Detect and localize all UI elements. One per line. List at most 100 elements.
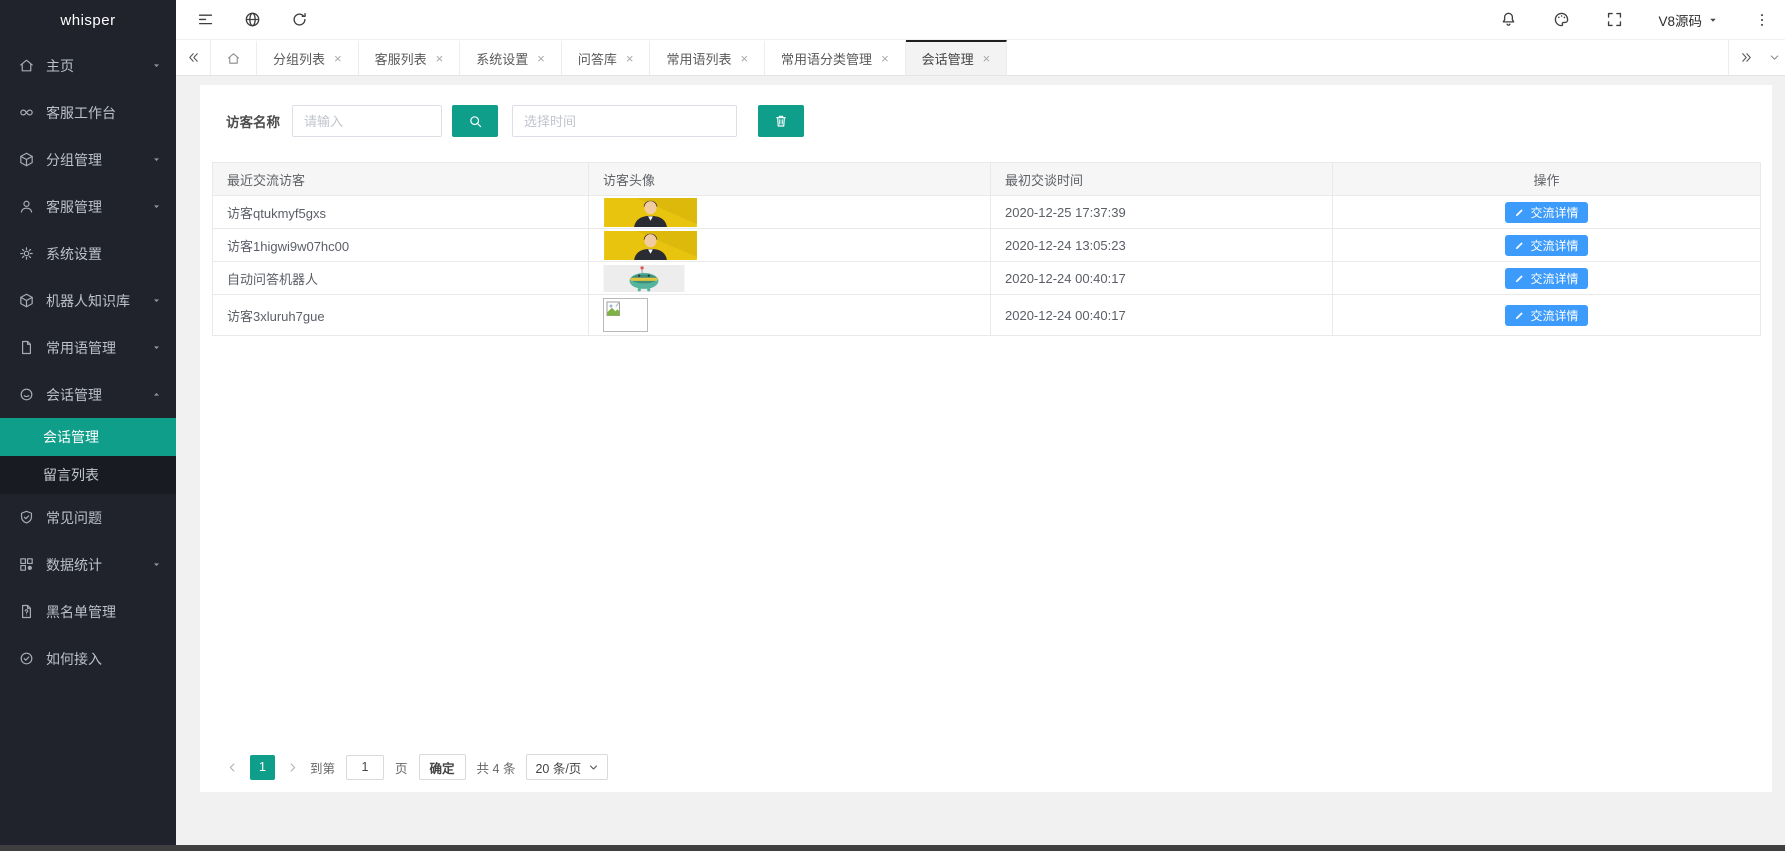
page-size-value: 20 条/页: [535, 758, 581, 777]
first-chat-time-cell: 2020-12-24 00:40:17: [991, 262, 1333, 295]
table-wrap: 最近交流访客访客头像最初交谈时间操作 访客qtukmyf5gxs2020-12-…: [212, 162, 1760, 336]
palette-icon[interactable]: [1552, 10, 1571, 29]
next-page-button[interactable]: [286, 761, 299, 774]
topbar-left-icons: [196, 10, 309, 29]
globe-icon[interactable]: [243, 10, 262, 29]
sidebar-item-system-settings[interactable]: 系统设置: [0, 230, 176, 277]
file-icon: [17, 339, 35, 357]
pencil-icon: [1514, 207, 1525, 218]
sidebar-item-label: 数据统计: [46, 555, 151, 575]
page-number-button[interactable]: 1: [250, 755, 275, 780]
chat-icon: [17, 386, 35, 404]
infinity-icon: [17, 104, 35, 122]
column-header-4: 操作: [1333, 163, 1761, 196]
tab-home[interactable]: [211, 40, 257, 75]
chat-detail-label: 交流详情: [1530, 307, 1578, 324]
first-chat-time-cell: 2020-12-25 17:37:39: [991, 196, 1333, 229]
table-row: 访客1higwi9w07hc002020-12-24 13:05:23交流详情: [213, 229, 1761, 262]
date-range-input[interactable]: [512, 105, 737, 137]
more-vertical-icon[interactable]: [1753, 11, 1771, 29]
tab-5[interactable]: 常用语列表×: [650, 40, 765, 75]
chat-detail-button[interactable]: 交流详情: [1505, 235, 1587, 256]
tab-label: 会话管理: [922, 49, 974, 68]
total-count-label: 共 4 条: [477, 758, 516, 777]
tab-label: 常用语分类管理: [781, 49, 872, 68]
close-icon[interactable]: ×: [626, 52, 634, 65]
sidebar-item-data-statistics[interactable]: 数据统计: [0, 541, 176, 588]
sidebar-item-robot-knowledge[interactable]: 机器人知识库: [0, 277, 176, 324]
refresh-icon[interactable]: [290, 10, 309, 29]
tabs-scroll-right-button[interactable]: [1728, 40, 1763, 75]
sidebar-item-blacklist-management[interactable]: 黑名单管理: [0, 588, 176, 635]
user-menu[interactable]: V8源码: [1658, 10, 1719, 30]
prev-page-button[interactable]: [226, 761, 239, 774]
close-icon[interactable]: ×: [436, 52, 444, 65]
visitor-avatar-cell: [589, 229, 991, 262]
action-cell: 交流详情: [1333, 229, 1761, 262]
main-column: V8源码 分组列表×客服列表×系统设置×问答库×常用语列表×常用语分类管理×会话…: [176, 0, 1785, 851]
delete-button[interactable]: [758, 105, 804, 137]
pencil-icon: [1514, 310, 1525, 321]
page-size-select[interactable]: 20 条/页: [526, 754, 608, 780]
chat-detail-button[interactable]: 交流详情: [1505, 268, 1587, 289]
tab-2[interactable]: 客服列表×: [359, 40, 461, 75]
confirm-page-button[interactable]: 确定: [419, 754, 466, 780]
sidebar-item-home[interactable]: 主页: [0, 42, 176, 89]
close-icon[interactable]: ×: [334, 52, 342, 65]
sidebar-subitem-message-list[interactable]: 留言列表: [0, 456, 176, 494]
user-menu-label: V8源码: [1658, 10, 1702, 30]
sidebar-item-session-management[interactable]: 会话管理: [0, 371, 176, 418]
menu-fold-icon[interactable]: [196, 10, 215, 29]
robot-avatar: [603, 265, 976, 292]
tab-7[interactable]: 会话管理 ×: [906, 40, 1008, 75]
action-cell: 交流详情: [1333, 196, 1761, 229]
visitor-name-label: 访客名称: [226, 111, 280, 131]
topbar: V8源码: [176, 0, 1785, 40]
chat-detail-button[interactable]: 交流详情: [1505, 202, 1587, 223]
first-chat-time-cell: 2020-12-24 13:05:23: [991, 229, 1333, 262]
column-header-1: 最近交流访客: [213, 163, 589, 196]
fullscreen-icon[interactable]: [1605, 10, 1624, 29]
pagination: 1 到第 页 确定 共 4 条 20 条/页: [226, 754, 608, 780]
tab-label: 系统设置: [476, 49, 528, 68]
sidebar-item-agent-management[interactable]: 客服管理: [0, 183, 176, 230]
topbar-right-icons: [1499, 10, 1624, 29]
tab-bar: 分组列表×客服列表×系统设置×问答库×常用语列表×常用语分类管理×会话管理×: [176, 40, 1785, 76]
close-icon[interactable]: ×: [537, 52, 545, 65]
caret-down-icon: [1707, 14, 1719, 26]
caret-down-icon: [151, 60, 162, 71]
close-icon[interactable]: ×: [740, 52, 748, 65]
sidebar-item-agent-workbench[interactable]: 客服工作台: [0, 89, 176, 136]
pencil-icon: [1514, 273, 1525, 284]
search-button[interactable]: [452, 105, 498, 137]
sidebar-item-how-to-connect[interactable]: 如何接入: [0, 635, 176, 682]
sidebar-item-group-management[interactable]: 分组管理: [0, 136, 176, 183]
visitor-name-input[interactable]: [292, 105, 442, 137]
table-row: 访客3xluruh7gue2020-12-24 00:40:17交流详情: [213, 295, 1761, 336]
sidebar-subitem-session-management[interactable]: 会话管理: [0, 418, 176, 456]
tab-4[interactable]: 问答库×: [562, 40, 651, 75]
visitor-avatar-cell: [589, 262, 991, 295]
tab-6[interactable]: 常用语分类管理 ×: [765, 40, 906, 75]
sidebar-item-label: 分组管理: [46, 150, 151, 170]
caret-up-icon: [151, 389, 162, 400]
tabs-menu-button[interactable]: [1763, 40, 1785, 75]
close-icon[interactable]: ×: [881, 52, 889, 65]
sidebar-item-label: 客服工作台: [46, 103, 162, 123]
gear-icon: [17, 245, 35, 263]
tab-3[interactable]: 系统设置 ×: [460, 40, 562, 75]
home-icon: [17, 57, 35, 75]
tabs-scroll-left-button[interactable]: [176, 40, 211, 75]
shield-check-icon: [17, 509, 35, 527]
chat-detail-button[interactable]: 交流详情: [1505, 305, 1587, 326]
sidebar-item-phrase-management[interactable]: 常用语管理: [0, 324, 176, 371]
visitor-name-cell: 访客3xluruh7gue: [213, 295, 589, 336]
close-icon[interactable]: ×: [983, 52, 991, 65]
tab-1[interactable]: 分组列表×: [257, 40, 359, 75]
visitor-name-cell: 自动问答机器人: [213, 262, 589, 295]
sidebar-item-label: 主页: [46, 56, 151, 76]
sidebar-item-faq[interactable]: 常见问题: [0, 494, 176, 541]
table-row: 访客qtukmyf5gxs2020-12-25 17:37:39交流详情: [213, 196, 1761, 229]
bell-icon[interactable]: [1499, 10, 1518, 29]
goto-page-input[interactable]: [346, 755, 384, 780]
